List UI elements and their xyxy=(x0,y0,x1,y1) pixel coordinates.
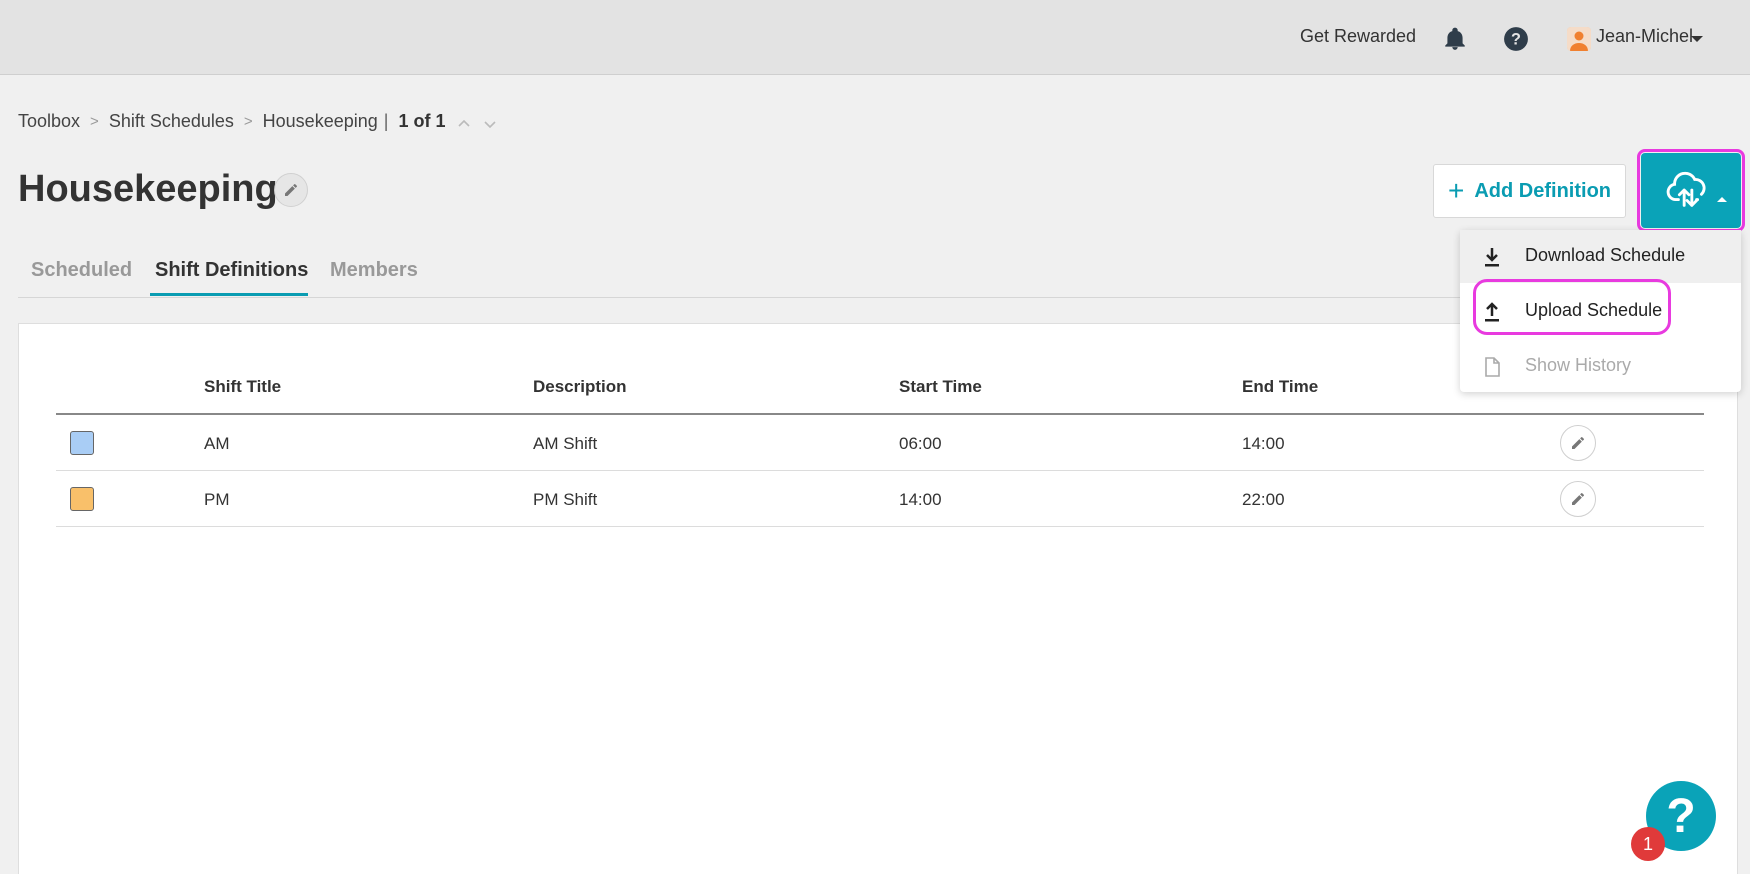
cell-start-time: 14:00 xyxy=(899,490,942,509)
breadcrumb-divider: | xyxy=(383,111,389,131)
edit-row-button[interactable] xyxy=(1560,481,1596,517)
tab-shift-definitions[interactable]: Shift Definitions xyxy=(155,259,308,282)
top-bar: Get Rewarded ? Jean-Michel xyxy=(0,0,1750,75)
breadcrumb-item-toolbox[interactable]: Toolbox xyxy=(18,111,80,132)
add-definition-button[interactable]: + Add Definition xyxy=(1433,164,1626,218)
cell-end-time: 14:00 xyxy=(1242,434,1285,453)
caret-up-icon xyxy=(1717,197,1727,202)
column-header-end-time: End Time xyxy=(1242,377,1319,396)
column-header-shift-title: Shift Title xyxy=(204,377,282,396)
table-row: PM PM Shift 14:00 22:00 xyxy=(56,471,1704,527)
pencil-icon xyxy=(1572,436,1584,449)
color-swatch xyxy=(70,431,94,455)
menu-item-show-history[interactable]: Show History xyxy=(1460,340,1741,393)
breadcrumb: Toolbox > Shift Schedules > Housekeeping… xyxy=(18,111,497,132)
user-name[interactable]: Jean-Michel xyxy=(1596,26,1693,47)
active-tab-indicator xyxy=(150,293,308,296)
document-icon xyxy=(1485,357,1500,377)
bell-icon[interactable] xyxy=(1442,26,1468,52)
svg-text:?: ? xyxy=(1511,30,1521,48)
breadcrumb-item-housekeeping: Housekeeping xyxy=(262,111,378,131)
menu-item-upload-schedule[interactable]: Upload Schedule xyxy=(1460,285,1741,338)
breadcrumb-item-shift-schedules[interactable]: Shift Schedules xyxy=(109,111,234,132)
get-rewarded-link[interactable]: Get Rewarded xyxy=(1300,26,1416,47)
breadcrumb-separator: > xyxy=(243,113,253,130)
menu-item-label: Show History xyxy=(1525,355,1632,375)
chevron-up-icon[interactable] xyxy=(457,115,471,129)
pager-count: 1 of 1 xyxy=(398,111,446,131)
cell-end-time: 22:00 xyxy=(1242,490,1285,509)
edit-row-button[interactable] xyxy=(1560,425,1596,461)
chevron-down-icon[interactable] xyxy=(483,115,497,129)
table-row: AM AM Shift 06:00 14:00 xyxy=(56,415,1704,471)
add-definition-label: Add Definition xyxy=(1474,179,1611,202)
column-header-description: Description xyxy=(533,377,627,396)
cell-start-time: 06:00 xyxy=(899,434,942,453)
cloud-upload-download-icon xyxy=(1666,171,1706,207)
edit-title-button[interactable] xyxy=(274,173,308,207)
schedule-actions-button[interactable] xyxy=(1637,149,1745,232)
menu-item-download-schedule[interactable]: Download Schedule xyxy=(1460,230,1741,283)
chevron-down-icon[interactable] xyxy=(1691,36,1703,42)
notification-badge: 1 xyxy=(1631,827,1665,861)
avatar[interactable] xyxy=(1567,27,1591,51)
table-header: Shift Title Description Start Time End T… xyxy=(56,373,1704,415)
tab-scheduled[interactable]: Scheduled xyxy=(31,259,132,282)
column-header-start-time: Start Time xyxy=(899,377,982,396)
cell-description: PM Shift xyxy=(533,490,598,509)
schedule-actions-menu: Download Schedule Upload Schedule Show H… xyxy=(1460,230,1741,392)
pencil-icon xyxy=(285,183,297,196)
tab-members[interactable]: Members xyxy=(330,259,418,282)
menu-item-label: Upload Schedule xyxy=(1525,300,1663,320)
cell-shift-title: AM xyxy=(204,434,230,453)
cell-shift-title: PM xyxy=(204,490,230,509)
breadcrumb-separator: > xyxy=(90,113,99,130)
cell-description: AM Shift xyxy=(533,434,598,453)
upload-icon xyxy=(1485,302,1499,322)
download-icon xyxy=(1485,248,1499,267)
plus-icon: + xyxy=(1448,175,1465,206)
help-circle-icon[interactable]: ? xyxy=(1503,26,1529,52)
menu-item-label: Download Schedule xyxy=(1525,245,1686,265)
page-title: Housekeeping xyxy=(18,168,278,210)
color-swatch xyxy=(70,487,94,511)
pencil-icon xyxy=(1572,492,1584,505)
